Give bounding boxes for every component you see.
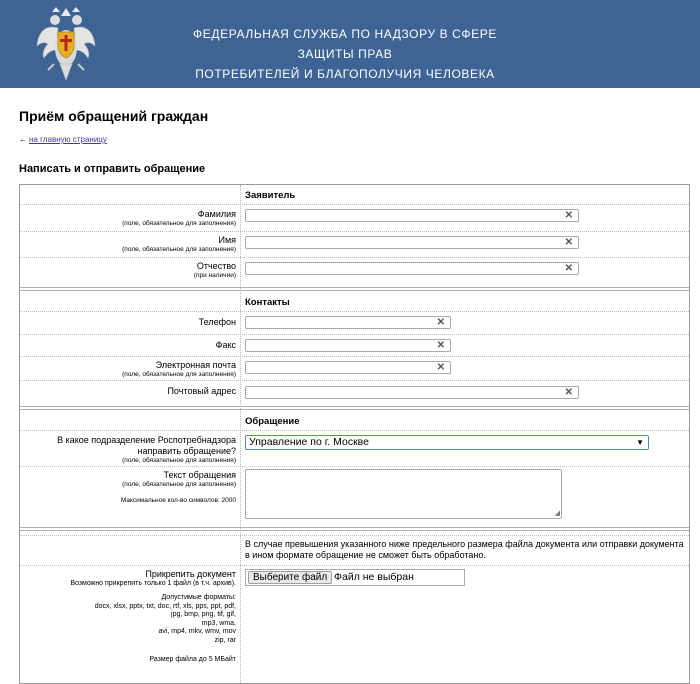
file-size-limit: Размер файла до 5 МБайт: [149, 656, 236, 663]
surname-input[interactable]: ✕: [245, 209, 579, 222]
division-selected-value: Управление по г. Москве: [249, 436, 369, 448]
appeal-form: Заявитель Фамилия (поле, обязательное дл…: [19, 184, 690, 684]
formats-line4: avi, mp4, mkv, wmv, mov: [158, 628, 236, 635]
phone-label: Телефон: [198, 317, 236, 327]
patronymic-optional-note: (при наличии): [193, 272, 236, 279]
section-applicant: Заявитель: [245, 190, 296, 201]
attachment-label: Прикрепить документ Возможно прикрепить …: [70, 569, 236, 663]
clear-icon[interactable]: ✕: [437, 362, 445, 374]
patronymic-label: Отчество (при наличии): [193, 261, 236, 279]
surname-required-note: (поле, обязательное для заполнения): [122, 220, 236, 227]
attachment-one-file-note: Возможно прикрепить только 1 файл (в т.ч…: [70, 580, 236, 587]
clear-icon[interactable]: ✕: [565, 210, 573, 222]
row-fax: Факс ✕: [20, 334, 689, 356]
postal-address-input[interactable]: ✕: [245, 386, 579, 399]
file-status: Файл не выбран: [334, 571, 414, 583]
row-division: В какое подразделение Роспотребнадзора н…: [20, 430, 689, 466]
formats-line3: mp3, wma,: [201, 619, 236, 627]
clear-icon[interactable]: ✕: [437, 340, 445, 352]
name-label: Имя (поле, обязательное для заполнения): [122, 235, 236, 253]
row-email: Электронная почта (поле, обязательное дл…: [20, 356, 689, 380]
page-title: Приём обращений граждан: [19, 108, 209, 124]
caret-down-icon: ▼: [636, 438, 644, 447]
fax-input[interactable]: ✕: [245, 339, 451, 352]
email-label: Электронная почта (поле, обязательное дл…: [122, 360, 236, 378]
appeal-text-required-note: (поле, обязательное для заполнения): [122, 481, 236, 488]
attachment-warning: В случае превышения указанного ниже пред…: [245, 539, 684, 560]
section-contacts: Контакты: [245, 297, 290, 308]
row-name: Имя (поле, обязательное для заполнения) …: [20, 231, 689, 257]
appeal-text-max-chars: Максимальное кол-во символов: 2000: [120, 497, 236, 504]
header-title-line1: ФЕДЕРАЛЬНАЯ СЛУЖБА ПО НАДЗОРУ В СФЕРЕ ЗА…: [193, 27, 497, 61]
fax-label: Факс: [215, 340, 236, 350]
email-required-note: (поле, обязательное для заполнения): [122, 371, 236, 378]
section-appeal: Обращение: [245, 416, 300, 427]
row-attachment-note: В случае превышения указанного ниже пред…: [20, 535, 689, 565]
row-patronymic: Отчество (при наличии) ✕: [20, 257, 689, 283]
main-content: Приём обращений граждан ← на главную стра…: [0, 88, 700, 684]
division-label: В какое подразделение Роспотребнадзора н…: [57, 435, 236, 464]
file-input[interactable]: Выберите файл Файл не выбран: [245, 569, 465, 586]
form-title: Написать и отправить обращение: [19, 163, 206, 175]
row-appeal-text: Текст обращения (поле, обязательное для …: [20, 466, 689, 523]
appeal-text-input[interactable]: ◢: [245, 469, 562, 519]
formats-line1: docx, xlsx, pptx, txt, doc, rtf, xls, pp…: [94, 602, 236, 610]
postal-address-label: Почтовый адрес: [167, 386, 236, 396]
row-postal-address: Почтовый адрес ✕: [20, 380, 689, 404]
row-surname: Фамилия (поле, обязательное для заполнен…: [20, 204, 689, 231]
division-required-note: (поле, обязательное для заполнения): [122, 457, 236, 464]
name-required-note: (поле, обязательное для заполнения): [122, 246, 236, 253]
patronymic-input[interactable]: ✕: [245, 262, 579, 275]
section-separator: [20, 406, 689, 410]
left-arrow-icon: ←: [19, 135, 27, 144]
formats-line2: jpg, bmp, png, tif, gif,: [171, 611, 236, 618]
surname-label: Фамилия (поле, обязательное для заполнен…: [122, 209, 236, 227]
clear-icon[interactable]: ✕: [437, 317, 445, 329]
site-header: ФЕДЕРАЛЬНАЯ СЛУЖБА ПО НАДЗОРУ В СФЕРЕ ЗА…: [0, 0, 700, 88]
phone-input[interactable]: ✕: [245, 316, 451, 329]
appeal-text-label: Текст обращения (поле, обязательное для …: [120, 470, 236, 504]
home-page-link[interactable]: на главную страницу: [29, 135, 107, 144]
row-phone: Телефон ✕: [20, 311, 689, 334]
formats-line5: zip, rar: [214, 636, 236, 644]
division-select[interactable]: Управление по г. Москве ▼: [245, 435, 649, 450]
email-input[interactable]: ✕: [245, 361, 451, 374]
name-input[interactable]: ✕: [245, 236, 579, 249]
section-separator: [20, 287, 689, 291]
clear-icon[interactable]: ✕: [565, 387, 573, 399]
resize-grip-icon[interactable]: ◢: [555, 510, 560, 517]
double-headed-eagle-emblem-icon: [36, 7, 96, 81]
clear-icon[interactable]: ✕: [565, 237, 573, 249]
choose-file-button[interactable]: Выберите файл: [248, 571, 333, 584]
back-link-row: ← на главную страницу: [19, 135, 107, 144]
row-attachment: Прикрепить документ Возможно прикрепить …: [20, 565, 689, 683]
clear-icon[interactable]: ✕: [565, 263, 573, 275]
section-separator: [20, 527, 689, 531]
formats-title: Допустимые форматы:: [161, 594, 236, 601]
header-title: ФЕДЕРАЛЬНАЯ СЛУЖБА ПО НАДЗОРУ В СФЕРЕ ЗА…: [174, 24, 516, 84]
header-title-line2: ПОТРЕБИТЕЛЕЙ И БЛАГОПОЛУЧИЯ ЧЕЛОВЕКА: [195, 67, 495, 81]
